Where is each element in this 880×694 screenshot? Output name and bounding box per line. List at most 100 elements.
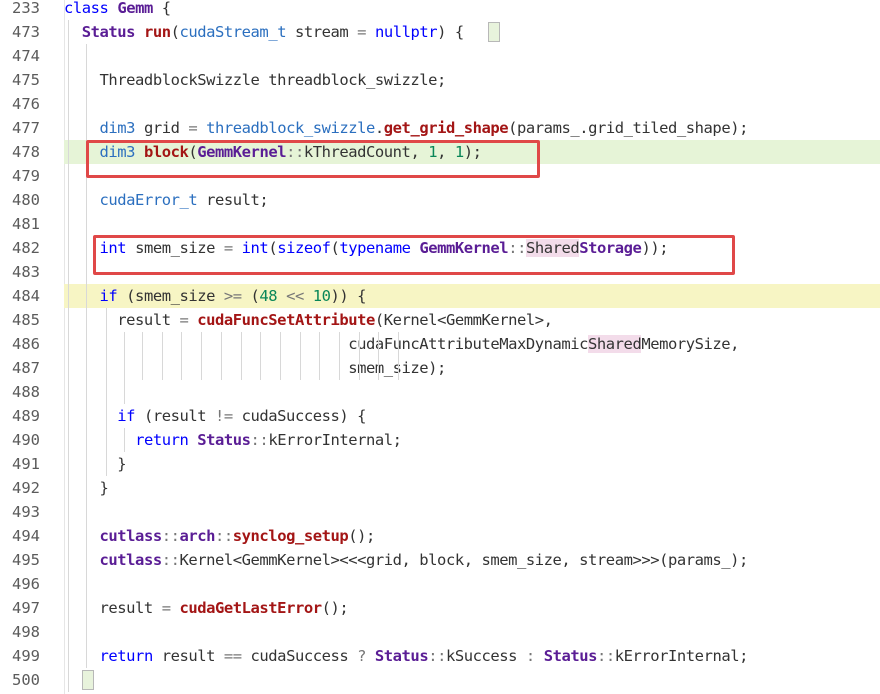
code-token: Status [543, 647, 598, 665]
code-token: ? [357, 647, 367, 665]
code-token: ThreadblockSwizzle threadblock_swizzle; [64, 71, 447, 89]
code-line[interactable]: 499 return result == cudaSuccess ? Statu… [0, 644, 880, 668]
code-line[interactable]: 492 } [0, 476, 880, 500]
indent-guide [68, 188, 69, 212]
code-text: cutlass::Kernel<GemmKernel><<<grid, bloc… [64, 548, 749, 572]
code-token: << [286, 287, 304, 305]
code-token: :: [161, 527, 180, 545]
line-number: 477 [12, 119, 40, 137]
line-number: 474 [12, 47, 40, 65]
indent-guide [378, 356, 380, 380]
code-line[interactable]: 489 if (result != cudaSuccess) { [0, 404, 880, 428]
indent-guide [68, 404, 69, 428]
indent-guide [86, 212, 87, 236]
indent-guide [86, 500, 87, 524]
code-line[interactable]: 484 if (smem_size >= (48 << 10)) { [0, 284, 880, 308]
indent-guide [68, 524, 69, 548]
indent-guide [181, 356, 183, 380]
indent-guide [106, 380, 107, 404]
code-line[interactable]: 486 cudaFuncAttributeMaxDynamicSharedMem… [0, 332, 880, 356]
indent-guide [124, 332, 125, 356]
code-token: != [215, 407, 233, 425]
code-line[interactable]: 490 return Status::kErrorInternal; [0, 428, 880, 452]
code-token: )) { [330, 287, 367, 305]
indent-guide [220, 332, 222, 356]
code-token: Gemm [117, 0, 153, 17]
line-number: 495 [12, 551, 40, 569]
code-editor[interactable]: 233 class Gemm {473 Status run(cudaStream… [0, 0, 880, 694]
indent-guide [68, 164, 69, 188]
code-token: { [152, 0, 171, 17]
code-line[interactable]: 497 result = cudaGetLastError(); [0, 596, 880, 620]
code-token: 10 [312, 287, 331, 305]
code-line[interactable]: 473 Status run(cudaStream_t stream = nul… [0, 20, 880, 44]
code-line[interactable]: 488 [0, 380, 880, 404]
code-line[interactable]: 477 dim3 grid = threadblock_swizzle.get_… [0, 116, 880, 140]
code-line[interactable]: 485 result = cudaFuncSetAttribute(Kernel… [0, 308, 880, 332]
indent-guide [86, 428, 87, 452]
code-token: MemorySize, [641, 335, 740, 353]
indent-guide [68, 596, 69, 620]
code-line[interactable]: 233 class Gemm { [0, 0, 880, 20]
code-token: (result [135, 407, 215, 425]
code-token: kSuccess [445, 647, 526, 665]
code-text: return result == cudaSuccess ? Status::k… [64, 644, 749, 668]
code-line[interactable]: 494 cutlass::arch::synclog_setup(); [0, 524, 880, 548]
indent-guide [86, 524, 87, 548]
code-line[interactable]: 498 [0, 620, 880, 644]
code-token: :: [596, 647, 615, 665]
code-token: = [357, 23, 367, 41]
annotation-box-smem-size [93, 235, 735, 275]
code-token: cutlass [99, 551, 163, 569]
code-text: cutlass::arch::synclog_setup(); [64, 524, 376, 548]
code-line[interactable]: 491 } [0, 452, 880, 476]
code-line[interactable]: 474 [0, 44, 880, 68]
code-text: if (result != cudaSuccess) { [64, 404, 366, 428]
indent-guide [68, 572, 69, 596]
code-line[interactable]: 475 ThreadblockSwizzle threadblock_swizz… [0, 68, 880, 92]
line-number: 494 [12, 527, 40, 545]
indent-guide [68, 212, 69, 236]
code-token: ( [241, 287, 260, 305]
code-line[interactable]: 481 [0, 212, 880, 236]
indent-guide [68, 140, 69, 164]
code-line[interactable]: 493 [0, 500, 880, 524]
code-token: Status [374, 647, 429, 665]
indent-guide [86, 452, 87, 476]
code-token: kErrorInternal; [614, 647, 749, 665]
indent-guide [319, 332, 321, 356]
indent-guide [339, 356, 340, 380]
indent-guide [86, 548, 87, 572]
indent-guide [279, 332, 281, 356]
code-text: cudaError_t result; [64, 188, 269, 212]
code-token: cudaError_t [99, 191, 198, 209]
indent-guide [279, 356, 281, 380]
code-token: kErrorInternal; [268, 431, 402, 449]
line-number: 481 [12, 215, 40, 233]
line-number: 492 [12, 479, 40, 497]
indent-guide [68, 20, 69, 44]
indent-guide [86, 620, 87, 644]
indent-guide [68, 68, 69, 92]
code-line[interactable]: 487 smem_size); [0, 356, 880, 380]
code-token: (); [321, 599, 349, 617]
code-line[interactable]: 495 cutlass::Kernel<GemmKernel><<<grid, … [0, 548, 880, 572]
indent-guide [124, 428, 125, 452]
code-line[interactable]: 480 cudaError_t result; [0, 188, 880, 212]
code-line[interactable]: 496 [0, 572, 880, 596]
indent-guide [68, 668, 69, 692]
code-line[interactable]: 476 [0, 92, 880, 116]
code-token: dim3 [99, 119, 136, 137]
indent-guide [68, 116, 69, 140]
indent-guide [86, 476, 87, 500]
code-line[interactable]: 500 } [0, 668, 880, 692]
code-token: grid [135, 119, 189, 137]
